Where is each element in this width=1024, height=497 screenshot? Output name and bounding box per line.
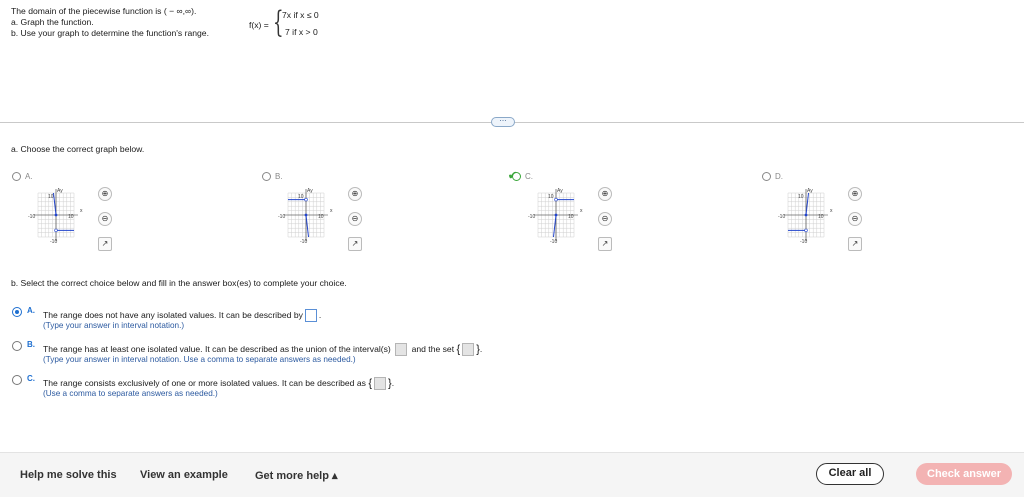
choice-d-letter: D. [775, 172, 783, 181]
y-min-label: -10 [300, 239, 307, 245]
option-a-statement: The range does not have any isolated val… [43, 309, 303, 320]
y-max-label: 10 [548, 194, 554, 200]
graph-choice-a[interactable]: A. 10 -10 -10 10 Ay x ⊕ ⊖ ↗ [12, 170, 132, 260]
x-max-label: 10 [818, 214, 824, 220]
closed-point [304, 213, 308, 217]
choice-b-radio[interactable] [262, 172, 271, 181]
x-axis-label: x [80, 208, 83, 214]
isolated-values-input[interactable] [374, 377, 386, 390]
range-interval-input[interactable] [304, 309, 317, 322]
open-point [54, 228, 58, 233]
x-axis-label: x [830, 208, 833, 214]
formula-case-2: 7 if x > 0 [285, 27, 318, 37]
option-a-letter: A. [27, 306, 35, 315]
choice-a-letter: A. [25, 172, 33, 181]
closed-point [54, 213, 58, 217]
graph-choice-c[interactable]: ✔ C. 10-10-1010Ayx ⊕ ⊖ ↗ [508, 170, 632, 260]
graph-d-plot[interactable]: 10-10-10 10Ayx [776, 185, 836, 245]
graph-b-plot[interactable]: 10-10-10 10Ayx [276, 185, 336, 245]
graph-choice-d[interactable]: D. 10 -10 -10 10 Ay x ⊕ ⊖ ↗ [762, 170, 882, 260]
choice-d-radio[interactable] [762, 172, 771, 181]
x-max-label: 10 [318, 214, 324, 220]
get-more-help-link[interactable]: Get more help ▴ [255, 469, 338, 482]
formula-lhs: f(x) = [249, 20, 269, 30]
option-a-radio[interactable] [12, 307, 22, 317]
zoom-in-icon[interactable]: ⊕ [98, 187, 112, 201]
expand-more-button[interactable]: ⋯ [491, 117, 515, 127]
option-c-letter: C. [27, 374, 35, 383]
zoom-out-icon[interactable]: ⊖ [348, 212, 362, 226]
problem-statement: The domain of the piecewise function is … [11, 6, 209, 39]
y-axis-label: Ay [307, 188, 313, 194]
option-b-statement: The range has at least one isolated valu… [43, 343, 391, 354]
isolated-set-input[interactable] [462, 343, 475, 356]
function-segment [52, 192, 57, 216]
function-segment [805, 192, 810, 216]
x-max-label: 10 [68, 214, 74, 220]
graph-c-plot[interactable]: 10-10-10 10Ayx [526, 185, 586, 245]
problem-part-b-text: b. Use your graph to determine the funct… [11, 28, 209, 38]
footer-bar: Help me solve this View an example Get m… [0, 452, 1024, 497]
problem-part-a-text: a. Graph the function. [11, 17, 94, 27]
part-a-prompt: a. Choose the correct graph below. [11, 144, 145, 154]
y-min-label: -10 [50, 239, 57, 245]
y-axis-label: Ay [57, 188, 63, 194]
popout-icon[interactable]: ↗ [598, 237, 612, 251]
union-interval-input[interactable] [395, 343, 408, 356]
zoom-out-icon[interactable]: ⊖ [98, 212, 112, 226]
popout-icon[interactable]: ↗ [98, 237, 112, 251]
choice-c-letter: C. [525, 172, 533, 181]
function-segment [552, 214, 557, 238]
open-point [304, 197, 308, 202]
clear-all-button[interactable]: Clear all [816, 463, 884, 485]
closed-point [804, 213, 808, 217]
option-c-hint: (Use a comma to separate answers as need… [43, 389, 218, 398]
closed-point [554, 213, 558, 217]
zoom-out-icon[interactable]: ⊖ [598, 212, 612, 226]
y-axis-label: Ay [807, 188, 813, 194]
x-min-label: -10 [528, 214, 535, 220]
x-axis-label: x [330, 208, 333, 214]
choice-b-letter: B. [275, 172, 283, 181]
y-max-label: 10 [798, 194, 804, 200]
zoom-in-icon[interactable]: ⊕ [348, 187, 362, 201]
zoom-in-icon[interactable]: ⊕ [848, 187, 862, 201]
open-point [804, 228, 808, 233]
option-b-hint: (Type your answer in interval notation. … [43, 355, 356, 364]
popout-icon[interactable]: ↗ [848, 237, 862, 251]
open-point [554, 197, 558, 202]
y-max-label: 10 [48, 194, 54, 200]
x-min-label: -10 [28, 214, 35, 220]
option-a-hint: (Type your answer in interval notation.) [43, 321, 185, 330]
popout-icon[interactable]: ↗ [348, 237, 362, 251]
function-segment [305, 214, 310, 238]
option-c-radio[interactable] [12, 375, 22, 385]
x-min-label: -10 [778, 214, 785, 220]
graph-a-plot[interactable]: 10-10-10 10Ayx [26, 185, 86, 245]
x-axis-label: x [580, 208, 583, 214]
part-b-prompt: b. Select the correct choice below and f… [11, 278, 347, 288]
y-min-label: -10 [800, 239, 807, 245]
x-max-label: 10 [568, 214, 574, 220]
formula-case-1: 7x if x ≤ 0 [282, 10, 319, 20]
option-b-radio[interactable] [12, 341, 22, 351]
option-b-letter: B. [27, 340, 35, 349]
y-min-label: -10 [550, 239, 557, 245]
choice-c-radio[interactable] [512, 172, 521, 181]
choice-a-radio[interactable] [12, 172, 21, 181]
help-me-solve-link[interactable]: Help me solve this [20, 469, 117, 481]
problem-domain-text: The domain of the piecewise function is … [11, 6, 197, 16]
zoom-out-icon[interactable]: ⊖ [848, 212, 862, 226]
check-answer-button[interactable]: Check answer [916, 463, 1012, 485]
zoom-in-icon[interactable]: ⊕ [598, 187, 612, 201]
graph-choice-b[interactable]: B. 10 -10 -10 10 Ay x ⊕ ⊖ ↗ [262, 170, 382, 260]
option-b-set-text: and the set [411, 343, 455, 354]
view-example-link[interactable]: View an example [140, 469, 228, 481]
x-min-label: -10 [278, 214, 285, 220]
y-axis-label: Ay [557, 188, 563, 194]
option-c-statement: The range consists exclusively of one or… [43, 377, 366, 388]
